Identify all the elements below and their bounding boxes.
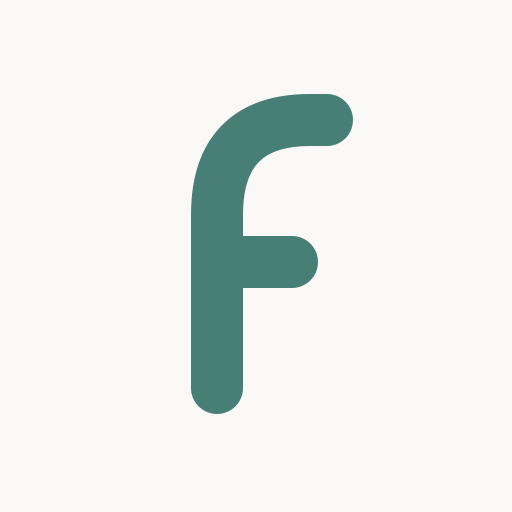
f-logo-icon: [191, 94, 353, 414]
app-icon-canvas: [0, 0, 512, 512]
